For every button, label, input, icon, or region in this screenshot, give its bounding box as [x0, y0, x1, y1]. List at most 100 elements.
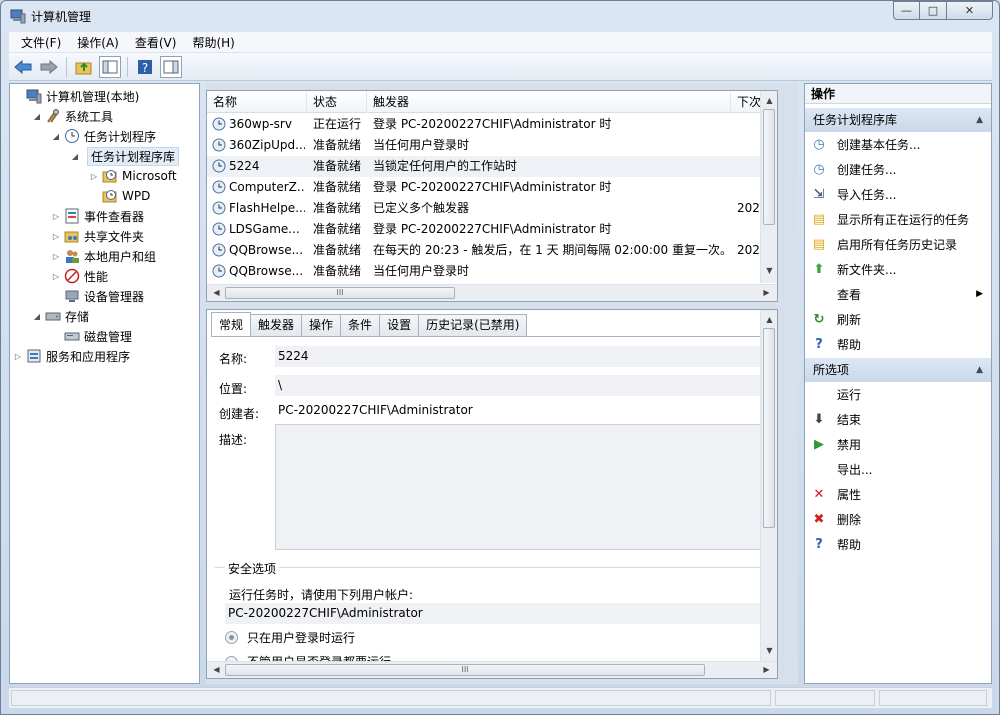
menu-help[interactable]: 帮助(H)	[184, 34, 242, 51]
action-item[interactable]: ◷ 创建基本任务...	[805, 132, 991, 156]
forward-icon[interactable]	[38, 56, 60, 78]
scroll-left-arrow[interactable]: ◀	[209, 285, 224, 300]
tree-item[interactable]: 磁盘管理	[51, 326, 132, 346]
task-name-cell: ComputerZ...	[229, 180, 305, 194]
tab-actions[interactable]: 操作	[301, 314, 342, 336]
task-row[interactable]: 360ZipUpd... 准备就绪 当任何用户登录时	[207, 135, 777, 156]
column-trigger[interactable]: 触发器	[367, 91, 731, 113]
action-item[interactable]: ? 帮助	[805, 532, 991, 556]
scroll-up-arrow[interactable]: ▲	[762, 93, 777, 108]
tree-item[interactable]: 计算机管理(本地)	[13, 86, 139, 106]
task-row[interactable]: 5224 准备就绪 当锁定任何用户的工作站时	[207, 156, 777, 177]
expand-toggle-icon[interactable]: ▷	[51, 252, 61, 261]
task-row[interactable]: QQBrowse... 准备就绪 当任何用户登录时	[207, 261, 777, 282]
column-status[interactable]: 状态	[307, 91, 367, 113]
menu-file[interactable]: 文件(F)	[13, 34, 69, 51]
task-row[interactable]: ComputerZ... 准备就绪 登录 PC-20200227CHIF\Admin…	[207, 177, 777, 198]
properties-icon[interactable]	[160, 55, 182, 78]
action-item[interactable]: ⇲ 导入任务...	[805, 182, 991, 206]
collapse-caret-icon[interactable]: ▲	[976, 358, 983, 382]
tree-item[interactable]: ◢ 任务计划程序	[51, 126, 156, 146]
task-name-cell: 5224	[229, 159, 260, 173]
close-button[interactable]: ✕	[947, 1, 993, 20]
action-item[interactable]: 运行	[805, 382, 991, 406]
minimize-button[interactable]: —	[893, 1, 920, 20]
help-icon[interactable]: ?	[134, 56, 156, 78]
tree-item[interactable]: ▷ 共享文件夹	[51, 226, 144, 246]
section-selected-item[interactable]: 所选项 ▲	[805, 358, 991, 382]
action-item[interactable]: ? 帮助	[805, 332, 991, 356]
scroll-right-arrow[interactable]: ▶	[759, 285, 774, 300]
scrollbar-thumb[interactable]: III	[225, 287, 455, 299]
name-field[interactable]: 5224	[275, 346, 771, 367]
description-field[interactable]	[275, 424, 771, 550]
back-icon[interactable]	[12, 56, 34, 78]
tree-item[interactable]: ▷ 服务和应用程序	[13, 346, 130, 366]
tab-history[interactable]: 历史记录(已禁用)	[418, 314, 528, 336]
task-name-cell: FlashHelpe...	[229, 201, 305, 215]
tree-item[interactable]: ◢ 任务计划程序库	[70, 146, 180, 166]
action-item[interactable]: 查看 ▶	[805, 282, 991, 306]
radio-run-logged-on[interactable]	[225, 631, 238, 644]
tree-item[interactable]: ▷ 性能	[51, 266, 108, 286]
tab-triggers[interactable]: 触发器	[250, 314, 303, 336]
task-list-hscrollbar[interactable]: ◀ III ▶	[207, 284, 777, 301]
expand-toggle-icon[interactable]: ▷	[51, 212, 61, 221]
action-item[interactable]: ▤ 启用所有任务历史记录	[805, 232, 991, 256]
expand-toggle-icon[interactable]: ◢	[51, 132, 61, 141]
task-row[interactable]: LDSGame... 准备就绪 登录 PC-20200227CHIF\Adminis…	[207, 219, 777, 240]
action-item[interactable]: 导出...	[805, 457, 991, 481]
detail-vscrollbar[interactable]: ▲ ▼	[760, 310, 777, 661]
expand-toggle-icon[interactable]: ◢	[32, 312, 42, 321]
action-item[interactable]: ✖ 删除	[805, 507, 991, 531]
action-item[interactable]: ⬆ 新文件夹...	[805, 257, 991, 281]
scroll-down-arrow[interactable]: ▼	[762, 263, 777, 278]
expand-toggle-icon[interactable]: ▷	[51, 272, 61, 281]
tab-settings[interactable]: 设置	[379, 314, 420, 336]
tree-item[interactable]: WPD	[89, 186, 150, 206]
section-task-library[interactable]: 任务计划程序库 ▲	[805, 108, 991, 132]
tree-item[interactable]: ▷ 事件查看器	[51, 206, 144, 226]
menu-action[interactable]: 操作(A)	[69, 34, 127, 51]
tab-conditions[interactable]: 条件	[340, 314, 381, 336]
scroll-left-arrow[interactable]: ◀	[209, 662, 224, 677]
expand-toggle-icon[interactable]: ▷	[13, 352, 23, 361]
scroll-right-arrow[interactable]: ▶	[759, 662, 774, 677]
tree-item[interactable]: 设备管理器	[51, 286, 144, 306]
tree-item[interactable]: ◢ 存储	[32, 306, 89, 326]
expand-toggle-icon[interactable]: ◢	[32, 112, 42, 121]
task-row[interactable]: FlashHelpe... 准备就绪 已定义多个触发器 2020/3	[207, 198, 777, 219]
collapse-caret-icon[interactable]: ▲	[976, 108, 983, 132]
action-item[interactable]: ▤ 显示所有正在运行的任务	[805, 207, 991, 231]
expand-toggle-icon[interactable]: ◢	[70, 152, 80, 161]
action-item[interactable]: ▶ 禁用	[805, 432, 991, 456]
task-row[interactable]: 360wp-srv 正在运行 登录 PC-20200227CHIF\Administ…	[207, 114, 777, 135]
tree-item[interactable]: ◢ 系统工具	[32, 106, 113, 126]
tree-item[interactable]: ▷ 本地用户和组	[51, 246, 156, 266]
maximize-button[interactable]: □	[920, 1, 947, 20]
show-tree-icon[interactable]	[99, 55, 121, 78]
author-field[interactable]: PC-20200227CHIF\Administrator	[275, 400, 771, 421]
detail-hscrollbar[interactable]: ◀ III ▶	[207, 661, 777, 678]
scrollbar-thumb[interactable]	[763, 328, 775, 528]
scrollbar-thumb[interactable]: III	[225, 664, 705, 676]
scroll-up-arrow[interactable]: ▲	[762, 312, 777, 327]
column-name[interactable]: 名称	[207, 91, 307, 113]
tab-general[interactable]: 常规	[211, 312, 252, 336]
task-list-vscrollbar[interactable]: ▲ ▼	[760, 91, 777, 283]
expand-toggle-icon[interactable]: ▷	[89, 172, 99, 181]
action-item[interactable]: ◷ 创建任务...	[805, 157, 991, 181]
action-item[interactable]: ↻ 刷新	[805, 307, 991, 331]
task-row[interactable]: QQBrowse... 准备就绪 在每天的 20:23 - 触发后，在 1 天 期间…	[207, 240, 777, 261]
action-item[interactable]: ✕ 属性	[805, 482, 991, 506]
action-item[interactable]: ⬇ 结束	[805, 407, 991, 431]
up-folder-icon[interactable]	[73, 56, 95, 78]
tree-item[interactable]: ▷ Microsoft	[89, 166, 177, 186]
menu-view[interactable]: 查看(V)	[127, 34, 185, 51]
location-field[interactable]: \	[275, 375, 771, 396]
run-as-account-field[interactable]: PC-20200227CHIF\Administrator	[225, 603, 771, 624]
scroll-down-arrow[interactable]: ▼	[762, 643, 777, 658]
expand-toggle-icon[interactable]: ▷	[51, 232, 61, 241]
scrollbar-thumb[interactable]	[763, 109, 775, 225]
share-icon	[64, 228, 80, 244]
